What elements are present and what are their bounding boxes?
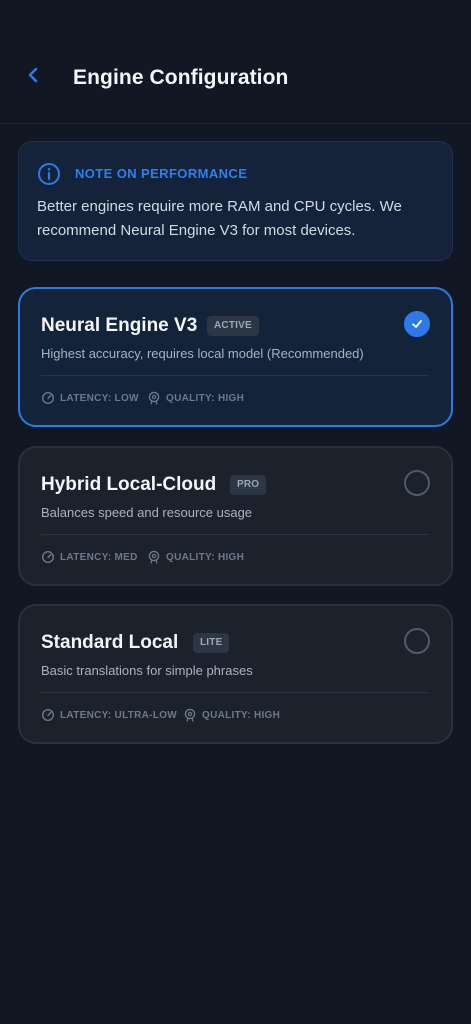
engine-name: Standard Local bbox=[41, 632, 179, 653]
engine-card-neural-v3[interactable]: Neural Engine V3 ACTIVE Highest accuracy… bbox=[18, 287, 453, 427]
tier-badge: LITE bbox=[193, 633, 230, 653]
quality-label: QUALITY: HIGH bbox=[202, 709, 281, 721]
engine-card-hybrid[interactable]: Hybrid Local-Cloud PRO Balances speed an… bbox=[18, 446, 453, 586]
back-button[interactable] bbox=[22, 64, 44, 86]
divider bbox=[41, 534, 429, 535]
gauge-icon bbox=[41, 708, 55, 722]
tier-badge: PRO bbox=[230, 475, 267, 495]
engine-name: Hybrid Local-Cloud bbox=[41, 474, 217, 495]
divider bbox=[41, 692, 429, 693]
latency-meta: LATENCY: ULTRA-LOW bbox=[41, 707, 177, 723]
gauge-icon bbox=[41, 550, 55, 564]
engine-name: Neural Engine V3 bbox=[41, 315, 198, 336]
checkmark-icon bbox=[412, 320, 422, 328]
performance-note: NOTE ON PERFORMANCE Better engines requi… bbox=[18, 141, 453, 261]
engine-radio-checked[interactable] bbox=[404, 311, 430, 337]
divider bbox=[41, 375, 429, 376]
latency-label: LATENCY: ULTRA-LOW bbox=[60, 709, 178, 721]
engine-radio[interactable] bbox=[404, 628, 430, 654]
app-header: Engine Configuration bbox=[0, 0, 471, 124]
quality-meta: QUALITY: HIGH bbox=[183, 707, 280, 723]
gauge-icon bbox=[41, 391, 55, 405]
quality-icon bbox=[184, 708, 196, 722]
quality-icon bbox=[148, 391, 160, 405]
latency-meta: LATENCY: LOW bbox=[41, 390, 139, 406]
chevron-left-icon bbox=[28, 67, 38, 83]
page-title: Engine Configuration bbox=[73, 66, 289, 89]
engine-card-standard[interactable]: Standard Local LITE Basic translations f… bbox=[18, 604, 453, 744]
engine-description: Balances speed and resource usage bbox=[41, 505, 253, 520]
quality-meta: QUALITY: HIGH bbox=[147, 549, 244, 565]
quality-icon bbox=[148, 550, 160, 564]
engine-description: Basic translations for simple phrases bbox=[41, 663, 253, 678]
engine-description: Highest accuracy, requires local model (… bbox=[41, 346, 364, 361]
latency-label: LATENCY: LOW bbox=[60, 392, 139, 404]
latency-label: LATENCY: MED bbox=[60, 551, 138, 563]
note-title: NOTE ON PERFORMANCE bbox=[75, 166, 248, 181]
quality-label: QUALITY: HIGH bbox=[166, 551, 245, 563]
info-icon bbox=[38, 163, 60, 185]
quality-meta: QUALITY: HIGH bbox=[147, 390, 244, 406]
latency-meta: LATENCY: MED bbox=[41, 549, 138, 565]
engine-radio[interactable] bbox=[404, 470, 430, 496]
status-badge: ACTIVE bbox=[207, 316, 259, 336]
note-body: Better engines require more RAM and CPU … bbox=[37, 198, 402, 239]
quality-label: QUALITY: HIGH bbox=[166, 392, 245, 404]
